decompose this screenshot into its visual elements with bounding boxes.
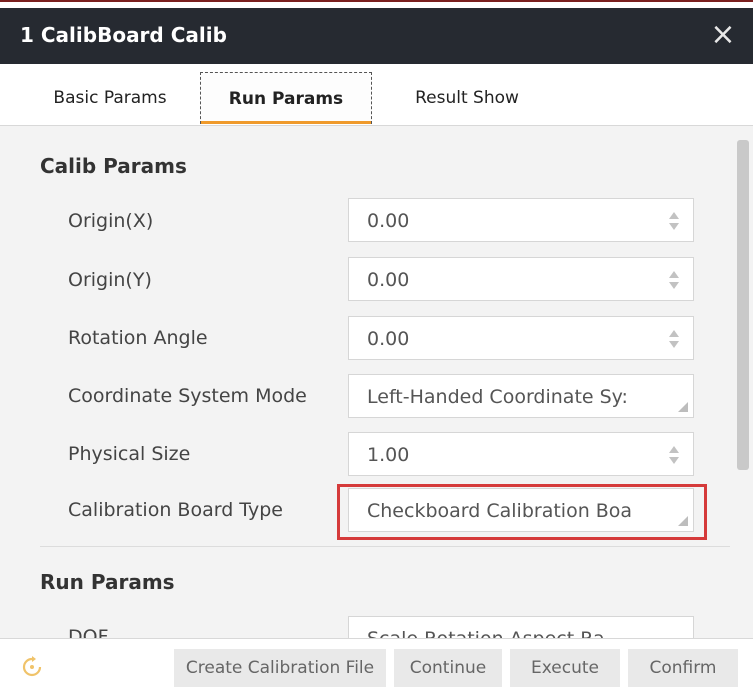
calibration-board-type-highlight: [337, 484, 707, 540]
rotation-angle-field[interactable]: 0.00: [348, 316, 694, 360]
spinner-arrows-icon[interactable]: [669, 269, 679, 291]
continue-button[interactable]: Continue: [394, 649, 502, 687]
physical-size-field[interactable]: 1.00: [348, 432, 694, 476]
dialog-titlebar: 1 CalibBoard Calib ×: [0, 8, 753, 64]
dialog-footer: Create Calibration File Continue Execute…: [0, 638, 753, 695]
close-icon[interactable]: ×: [705, 17, 741, 53]
origin-x-label: Origin(X): [68, 210, 154, 232]
tab-run-params[interactable]: Run Params: [200, 72, 372, 124]
origin-y-field[interactable]: 0.00: [348, 257, 694, 301]
physical-size-label: Physical Size: [68, 443, 191, 465]
run-params-heading: Run Params: [40, 570, 175, 594]
window-top-border: [0, 0, 753, 8]
vertical-scrollbar[interactable]: [733, 126, 753, 638]
refresh-icon[interactable]: [20, 655, 44, 679]
coordinate-system-mode-label: Coordinate System Mode: [68, 385, 307, 407]
coordinate-system-mode-select[interactable]: Left-Handed Coordinate Sy:: [348, 374, 694, 418]
tab-result-show[interactable]: Result Show: [392, 72, 542, 124]
calib-params-heading: Calib Params: [40, 154, 187, 178]
execute-button[interactable]: Execute: [510, 649, 620, 687]
spinner-arrows-icon[interactable]: [669, 444, 679, 466]
dropdown-corner-icon: [678, 402, 688, 412]
coordinate-system-mode-value: Left-Handed Coordinate Sy:: [367, 386, 628, 408]
spinner-arrows-icon[interactable]: [669, 210, 679, 232]
confirm-button[interactable]: Confirm: [628, 649, 738, 687]
origin-y-label: Origin(Y): [68, 269, 152, 291]
physical-size-value: 1.00: [367, 444, 410, 466]
dof-label: DOF: [68, 626, 109, 638]
spinner-arrows-icon[interactable]: [669, 328, 679, 350]
create-calibration-file-button[interactable]: Create Calibration File: [174, 649, 386, 687]
calibration-board-type-label: Calibration Board Type: [68, 499, 283, 521]
origin-x-field[interactable]: 0.00: [348, 198, 694, 242]
rotation-angle-value: 0.00: [367, 328, 410, 350]
origin-x-value: 0.00: [367, 210, 410, 232]
origin-y-value: 0.00: [367, 269, 410, 291]
dialog-title: 1 CalibBoard Calib: [20, 23, 227, 47]
tab-basic-params[interactable]: Basic Params: [30, 72, 190, 124]
params-panel: Calib Params Origin(X) 0.00 Origin(Y) 0.…: [0, 126, 753, 638]
dof-select[interactable]: Scale Rotation Aspect Ra: [348, 616, 694, 638]
rotation-angle-label: Rotation Angle: [68, 327, 208, 349]
scrollbar-thumb[interactable]: [737, 140, 749, 470]
dof-value: Scale Rotation Aspect Ra: [367, 628, 605, 638]
tab-bar: Basic Params Run Params Result Show: [0, 64, 753, 126]
section-divider: [40, 546, 730, 547]
